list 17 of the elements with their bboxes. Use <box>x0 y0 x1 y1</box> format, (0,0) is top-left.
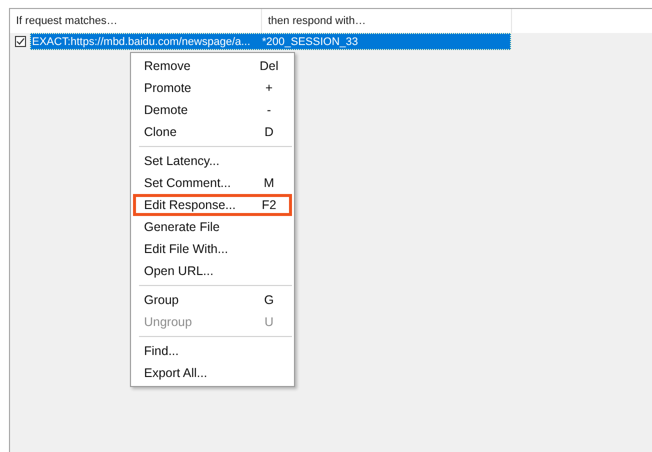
menu-item[interactable]: Clone D <box>133 121 292 143</box>
menu-item[interactable]: Set Latency... <box>133 150 292 172</box>
menu-item[interactable]: Generate File <box>133 216 292 238</box>
menu-item[interactable]: Export All... <box>133 362 292 384</box>
menu-item[interactable]: Edit Response... F2 <box>133 194 292 216</box>
menu-item[interactable]: Find... <box>133 340 292 362</box>
menu-item[interactable]: Demote - <box>133 99 292 121</box>
menu-item[interactable]: Open URL... <box>133 260 292 282</box>
table-row[interactable]: EXACT:https://mbd.baidu.com/newspage/a... *200_SESSION_33 <box>30 33 511 50</box>
menu-item[interactable]: Set Comment... M <box>133 172 292 194</box>
table-cell: *200_SESSION_33 <box>262 36 358 48</box>
menu-item[interactable]: Group G <box>133 289 292 311</box>
checkbox[interactable] <box>15 36 26 47</box>
menu-item[interactable]: Edit File With... <box>133 238 292 260</box>
table-cell-text: EXACT:https://mbd.baidu.com/newspage/a... <box>31 36 252 48</box>
menu-item[interactable]: Remove Del <box>133 55 292 77</box>
menu-item[interactable]: Promote + <box>133 77 292 99</box>
